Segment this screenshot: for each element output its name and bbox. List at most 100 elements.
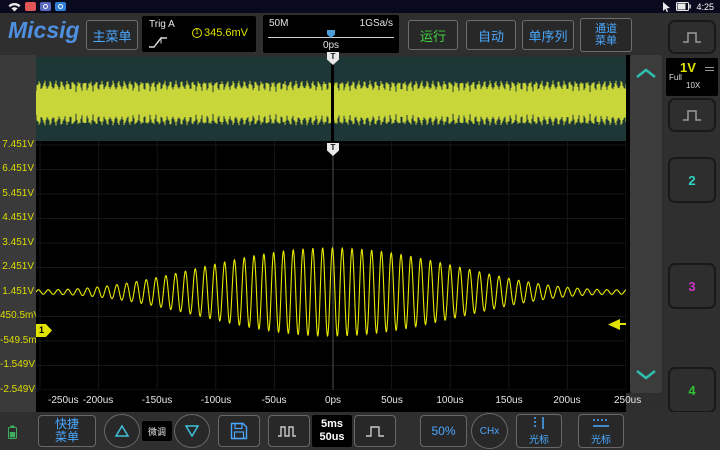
quick-menu-line2: 菜单: [55, 431, 79, 444]
wifi-icon: [8, 2, 21, 12]
scale-up-button[interactable]: [104, 414, 140, 448]
voltage-tick: 4.451V: [0, 212, 34, 224]
pulse-icon: [680, 29, 704, 45]
trigger-50-button[interactable]: 50%: [420, 415, 467, 447]
pulse-icon: [680, 107, 704, 123]
trigger-source-label: Trig A: [149, 19, 175, 30]
status-bar: 4:25: [0, 0, 720, 13]
brand-logo: Micsig: [8, 17, 80, 44]
memory-depth-label: 50M: [269, 18, 288, 29]
double-pulse-icon: [276, 423, 302, 439]
ch1-info-box[interactable]: 1V Full 10X: [666, 58, 718, 96]
channel-select-label: CHx: [480, 426, 499, 437]
voltage-tick: 6.451V: [0, 163, 34, 175]
channel-3-label: 3: [688, 279, 695, 294]
save-button[interactable]: [218, 415, 260, 447]
search-app-icon: [55, 2, 66, 11]
time-axis: -250us -200us -150us -100us -50us 0ps 50…: [36, 390, 626, 412]
chevron-down-icon[interactable]: [634, 369, 658, 381]
single-pulse-icon: [363, 423, 387, 439]
time-tick: -100us: [201, 395, 232, 406]
time-tick: -250us: [48, 395, 79, 406]
ch1-coupling-bottom-button[interactable]: [668, 98, 716, 132]
single-seq-button[interactable]: 单序列: [522, 20, 574, 50]
triangle-down-icon: [184, 424, 200, 438]
channel-4-label: 4: [688, 383, 695, 398]
horizontal-position-value: 0ps: [263, 40, 399, 51]
scale-down-button[interactable]: [174, 414, 210, 448]
voltage-axis: 7.451V 6.451V 5.451V 4.451V 3.451V 2.451…: [0, 55, 36, 412]
vertical-cursors-icon: [529, 416, 549, 430]
ch1-scale-value: 1V: [680, 60, 696, 75]
waveform-display[interactable]: [36, 141, 626, 390]
dc-coupling-icon: [705, 67, 714, 71]
voltage-tick: 1.451V: [0, 286, 34, 298]
overview-waveform: [36, 57, 626, 141]
ch1-coupling-top-button[interactable]: [668, 20, 716, 54]
waveform-overview-strip[interactable]: [36, 57, 626, 141]
quick-menu-button[interactable]: 快捷 菜单: [38, 415, 96, 447]
vertical-scroll-strip[interactable]: [630, 55, 662, 393]
channel-select-button[interactable]: CHx: [471, 413, 508, 449]
main-waveform: [36, 141, 626, 390]
time-tick: 100us: [436, 395, 463, 406]
triangle-up-icon: [114, 424, 130, 438]
voltage-tick: 450.5mV: [0, 310, 34, 322]
channel-1-badge: 1: [192, 28, 202, 38]
main-menu-label: 主菜单: [92, 26, 131, 45]
record-icon: [25, 2, 36, 11]
trigger-level-value: 1 345.6mV: [192, 27, 248, 39]
horizontal-cursor-button[interactable]: 光标: [578, 414, 624, 448]
sync-app-icon: [40, 2, 51, 11]
run-stop-button[interactable]: 运行: [408, 20, 458, 50]
channel-4-button[interactable]: 4: [668, 367, 716, 413]
horizontal-cursor-label: 光标: [591, 431, 611, 446]
channel-menu-line1: 通道: [595, 23, 617, 35]
vertical-cursor-button[interactable]: 光标: [516, 414, 562, 448]
single-seq-label: 单序列: [528, 26, 567, 45]
channel-menu-line2: 菜单: [595, 35, 617, 47]
auto-button[interactable]: 自动: [466, 20, 516, 50]
trigger-info-box[interactable]: Trig A 1 345.6mV: [142, 16, 256, 52]
horizontal-cursors-icon: [591, 416, 611, 430]
clock-time: 4:25: [696, 2, 714, 12]
channel-3-button[interactable]: 3: [668, 263, 716, 309]
time-tick: 0ps: [325, 395, 341, 406]
voltage-tick: 5.451V: [0, 188, 34, 200]
timebase-position-box[interactable]: 50M 1GSa/s 0ps: [263, 15, 399, 53]
voltage-tick: -1.549V: [0, 359, 34, 371]
voltage-tick: 2.451V: [0, 261, 34, 273]
battery-small-icon: [8, 425, 17, 439]
time-tick: 250us: [614, 395, 641, 406]
pointer-icon: [662, 2, 671, 12]
voltage-tick: -2.549V: [0, 384, 34, 396]
zoom-in-time-button[interactable]: [354, 415, 396, 447]
trigger-50-label: 50%: [431, 424, 455, 438]
auto-label: 自动: [478, 26, 504, 45]
channel-2-button[interactable]: 2: [668, 157, 716, 203]
time-tick: 200us: [553, 395, 580, 406]
chevron-up-icon[interactable]: [634, 67, 658, 79]
time-tick: -150us: [142, 395, 173, 406]
rising-edge-icon: [148, 35, 168, 49]
time-tick: 150us: [495, 395, 522, 406]
ch1-probe-label: 10X: [686, 81, 700, 90]
main-menu-button[interactable]: 主菜单: [86, 20, 138, 50]
trigger-level-arrow-tail: [618, 323, 626, 325]
voltage-tick: -549.5mV: [0, 335, 34, 347]
channel-2-label: 2: [688, 173, 695, 188]
fine-adjust-label: 微调: [148, 425, 166, 438]
voltage-tick: 7.451V: [0, 139, 34, 151]
zoom-out-time-button[interactable]: [268, 415, 310, 447]
fine-adjust-toggle[interactable]: 微调: [142, 421, 172, 441]
sample-rate-label: 1GSa/s: [360, 18, 393, 29]
time-tick: -50us: [261, 395, 286, 406]
ch1-bandwidth-label: Full: [669, 73, 682, 82]
time-tick: -200us: [83, 395, 114, 406]
main-timebase-value: 5ms: [321, 418, 343, 431]
channel-menu-button[interactable]: 通道 菜单: [580, 18, 632, 52]
oscilloscope-screen: 4:25 Micsig 主菜单 Trig A 1 345.6mV 50M 1GS…: [0, 0, 720, 450]
time-tick: 50us: [381, 395, 403, 406]
timebase-readout[interactable]: 5ms 50us: [312, 415, 352, 447]
vertical-cursor-label: 光标: [529, 431, 549, 446]
